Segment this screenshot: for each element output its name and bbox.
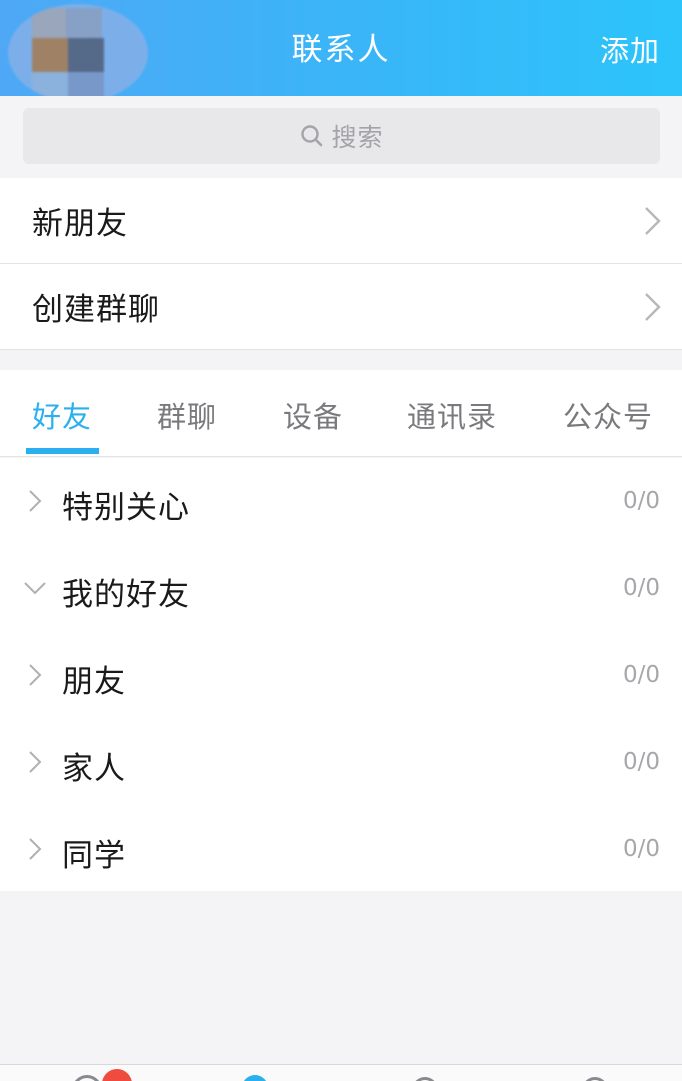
unread-badge: [102, 1069, 132, 1081]
create-group-chat-label: 创建群聊: [32, 292, 160, 328]
group-row-special-care[interactable]: 特别关心 0/0: [0, 458, 682, 545]
tab-address-book[interactable]: 通讯录: [407, 394, 497, 436]
group-online-count: 0/0: [622, 488, 660, 514]
group-online-count: 0/0: [622, 575, 660, 601]
contact-tabs: 好友 群聊 设备 通讯录 公众号: [0, 370, 682, 457]
group-name: 特别关心: [62, 490, 190, 526]
group-online-count: 0/0: [622, 836, 660, 862]
group-name: 朋友: [62, 664, 126, 700]
group-name: 同学: [62, 838, 126, 874]
top-bar: 联系人 添加: [0, 0, 682, 102]
group-row-friends[interactable]: 朋友 0/0: [0, 632, 682, 719]
profile-tab-icon[interactable]: [582, 1077, 608, 1081]
group-row-my-friends[interactable]: 我的好友 0/0: [0, 545, 682, 632]
chevron-right-icon: [22, 749, 48, 775]
group-online-count: 0/0: [622, 662, 660, 688]
add-button[interactable]: 添加: [600, 28, 660, 70]
group-online-count: 0/0: [622, 749, 660, 775]
chevron-right-icon: [22, 836, 48, 862]
tab-official-accounts[interactable]: 公众号: [563, 394, 653, 436]
tab-group-chats[interactable]: 群聊: [157, 394, 217, 436]
group-name: 家人: [62, 751, 126, 787]
bottom-nav-bar: [0, 1064, 682, 1081]
chevron-right-icon: [22, 488, 48, 514]
group-row-family[interactable]: 家人 0/0: [0, 719, 682, 806]
search-placeholder: 搜索: [331, 123, 384, 152]
contacts-tab-icon[interactable]: [242, 1075, 268, 1081]
discover-tab-icon[interactable]: [412, 1077, 438, 1081]
active-tab-indicator: [26, 448, 99, 454]
search-section: 搜索: [0, 96, 682, 178]
new-friends-label: 新朋友: [32, 206, 128, 242]
friend-groups-list: 特别关心 0/0 我的好友 0/0 朋友 0/0 家人 0/0 同学 0/0: [0, 458, 682, 891]
tab-friends[interactable]: 好友: [32, 394, 92, 436]
tab-devices[interactable]: 设备: [283, 394, 343, 436]
messages-tab-icon[interactable]: [72, 1075, 102, 1081]
search-input[interactable]: 搜索: [23, 108, 660, 164]
chevron-down-icon: [22, 575, 48, 601]
group-name: 我的好友: [62, 577, 190, 613]
chevron-right-icon: [22, 662, 48, 688]
group-row-classmates[interactable]: 同学 0/0: [0, 806, 682, 893]
page-title: 联系人: [291, 32, 391, 68]
create-group-chat-row[interactable]: 创建群聊: [0, 264, 682, 350]
search-icon: [299, 123, 325, 149]
chevron-right-icon: [642, 291, 664, 323]
new-friends-row[interactable]: 新朋友: [0, 178, 682, 264]
chevron-right-icon: [642, 205, 664, 237]
